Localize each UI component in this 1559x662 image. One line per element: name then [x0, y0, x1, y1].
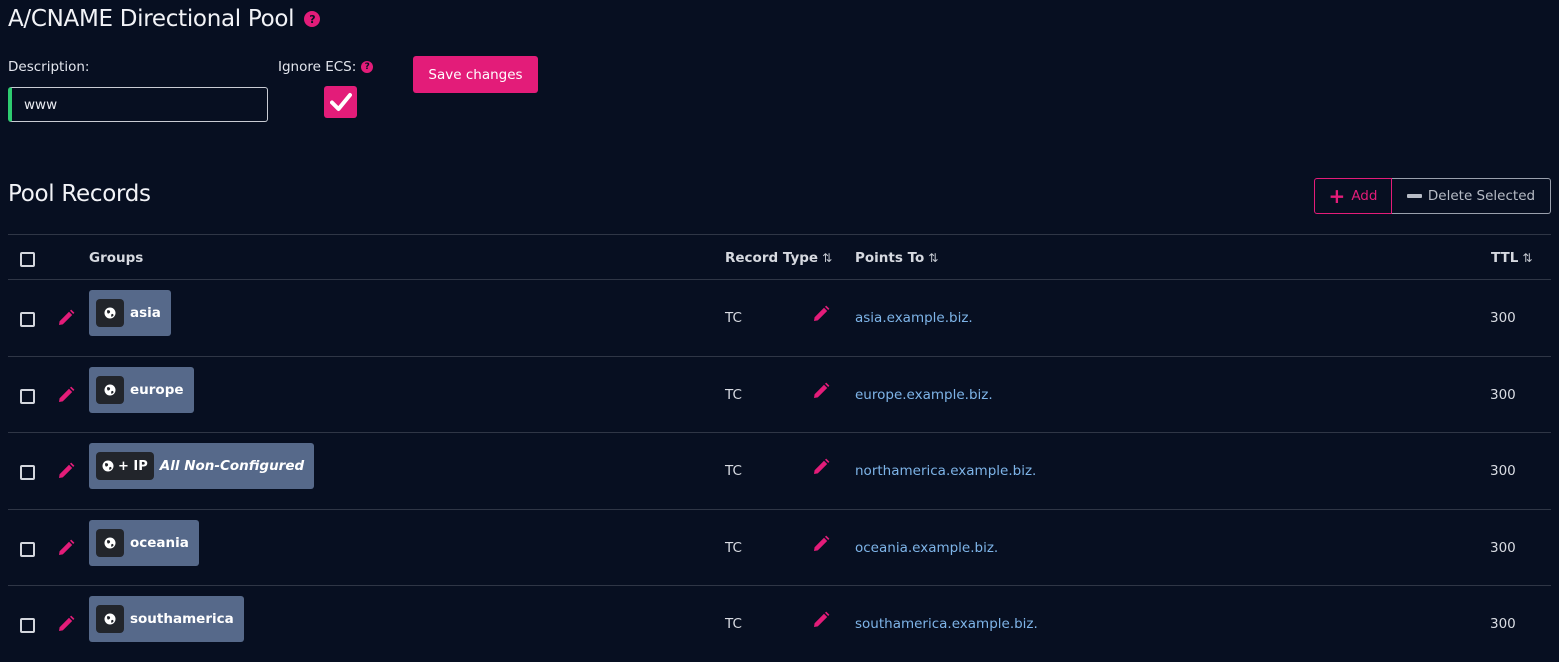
ttl-cell: 300	[1490, 616, 1516, 633]
row-select-checkbox[interactable]	[20, 465, 35, 481]
globe-icon	[104, 537, 116, 549]
minus-icon	[1406, 194, 1422, 198]
points-to-link[interactable]: asia.example.biz.	[855, 310, 973, 326]
row-select-checkbox[interactable]	[20, 388, 35, 404]
group-badge: europe	[89, 366, 194, 413]
record-type-cell: TC	[725, 310, 742, 326]
table-header-row: Groups Record Type ⇅ Points To ⇅ TTL ⇅	[8, 234, 1551, 279]
record-type-cell: TC	[725, 616, 742, 633]
points-to-link[interactable]: europe.example.biz.	[855, 387, 993, 403]
points-to-header-label: Points To	[855, 250, 925, 266]
description-label: Description:	[8, 59, 89, 75]
globe-icon	[104, 613, 116, 625]
group-badge: asia	[89, 290, 171, 336]
checkmark-icon	[329, 93, 352, 111]
table-row: asia TC asia.example.biz. 300	[8, 279, 1551, 356]
globe-icon-box: + IP	[96, 452, 154, 481]
pencil-icon[interactable]	[812, 535, 830, 553]
pencil-icon[interactable]	[57, 462, 75, 480]
record-type-header-label: Record Type	[725, 250, 819, 266]
page-title: A/CNAME Directional Pool ?	[8, 6, 321, 32]
group-name: oceania	[130, 534, 189, 551]
groups-header-label: Groups	[89, 250, 144, 266]
group-name: asia	[130, 305, 161, 321]
globe-icon	[104, 384, 116, 396]
group-badge: southamerica	[89, 596, 244, 643]
pool-records-table: Groups Record Type ⇅ Points To ⇅ TTL ⇅ a…	[8, 234, 1551, 662]
points-to-link[interactable]: southamerica.example.biz.	[855, 616, 1038, 632]
points-to-link[interactable]: northamerica.example.biz.	[855, 463, 1036, 479]
table-row: southamerica TC southamerica.example.biz…	[8, 585, 1551, 662]
delete-selected-button[interactable]: Delete Selected	[1392, 178, 1551, 214]
ttl-cell: 300	[1490, 386, 1516, 403]
record-type-cell: TC	[725, 539, 742, 556]
record-type-cell: TC	[725, 386, 742, 403]
save-changes-button[interactable]: Save changes	[413, 56, 538, 93]
group-name: southamerica	[130, 611, 234, 628]
record-type-cell: TC	[725, 463, 742, 480]
ttl-cell: 300	[1490, 310, 1516, 326]
pencil-icon[interactable]	[57, 615, 75, 633]
globe-icon-box	[96, 375, 124, 404]
ttl-header-label: TTL	[1491, 250, 1519, 266]
globe-icon-box	[96, 605, 124, 634]
sort-icon[interactable]: ⇅	[822, 251, 832, 265]
pencil-icon[interactable]	[57, 386, 75, 404]
pencil-icon[interactable]	[57, 309, 75, 327]
description-input[interactable]	[8, 87, 268, 122]
pencil-icon[interactable]	[812, 382, 830, 400]
row-select-checkbox[interactable]	[20, 312, 35, 327]
column-header-record-type[interactable]: Record Type ⇅	[725, 250, 832, 266]
group-badge: + IP All Non-Configured	[89, 443, 315, 490]
group-name: europe	[130, 381, 184, 398]
table-row: europe TC europe.example.biz. 300	[8, 355, 1551, 433]
pool-records-title: Pool Records	[8, 181, 151, 207]
points-to-link[interactable]: oceania.example.biz.	[855, 540, 998, 556]
question-circle-icon[interactable]: ?	[361, 61, 374, 73]
records-action-group: + Add Delete Selected	[1314, 178, 1551, 214]
globe-icon	[102, 460, 114, 472]
pencil-icon[interactable]	[812, 611, 830, 629]
page-title-text: A/CNAME Directional Pool	[8, 6, 295, 32]
question-circle-icon[interactable]: ?	[304, 11, 321, 27]
row-select-checkbox[interactable]	[20, 618, 35, 634]
sort-icon[interactable]: ⇅	[1522, 251, 1532, 265]
group-badge: oceania	[89, 519, 199, 566]
globe-icon-box	[96, 299, 124, 327]
globe-icon	[104, 307, 116, 319]
select-all-checkbox[interactable]	[20, 252, 35, 267]
pencil-icon[interactable]	[812, 305, 830, 323]
column-header-groups: Groups	[89, 250, 143, 266]
ttl-cell: 300	[1490, 463, 1516, 480]
plus-icon: +	[1328, 184, 1346, 208]
directional-pool-page: A/CNAME Directional Pool ? Description: …	[0, 0, 1559, 662]
ignore-ecs-label-text: Ignore ECS:	[278, 59, 357, 75]
add-record-button[interactable]: + Add	[1314, 178, 1392, 214]
ttl-cell: 300	[1490, 539, 1516, 556]
globe-icon-box	[96, 528, 124, 557]
sort-icon[interactable]: ⇅	[928, 251, 938, 265]
pencil-icon[interactable]	[57, 539, 75, 557]
add-button-label: Add	[1351, 188, 1378, 204]
group-name: All Non-Configured	[159, 458, 305, 475]
ignore-ecs-label: Ignore ECS: ?	[278, 59, 374, 75]
description-label-text: Description:	[8, 59, 90, 75]
row-select-checkbox[interactable]	[20, 541, 35, 557]
table-row: oceania TC oceania.example.biz. 300	[8, 508, 1551, 586]
table-row: + IP All Non-Configured TC northamerica.…	[8, 432, 1551, 509]
group-prefix: + IP	[118, 458, 148, 474]
column-header-points-to[interactable]: Points To ⇅	[855, 250, 938, 266]
pencil-icon[interactable]	[812, 458, 830, 476]
delete-button-label: Delete Selected	[1427, 188, 1536, 204]
ignore-ecs-checkbox[interactable]	[324, 86, 357, 118]
column-header-ttl[interactable]: TTL ⇅	[1491, 250, 1532, 266]
